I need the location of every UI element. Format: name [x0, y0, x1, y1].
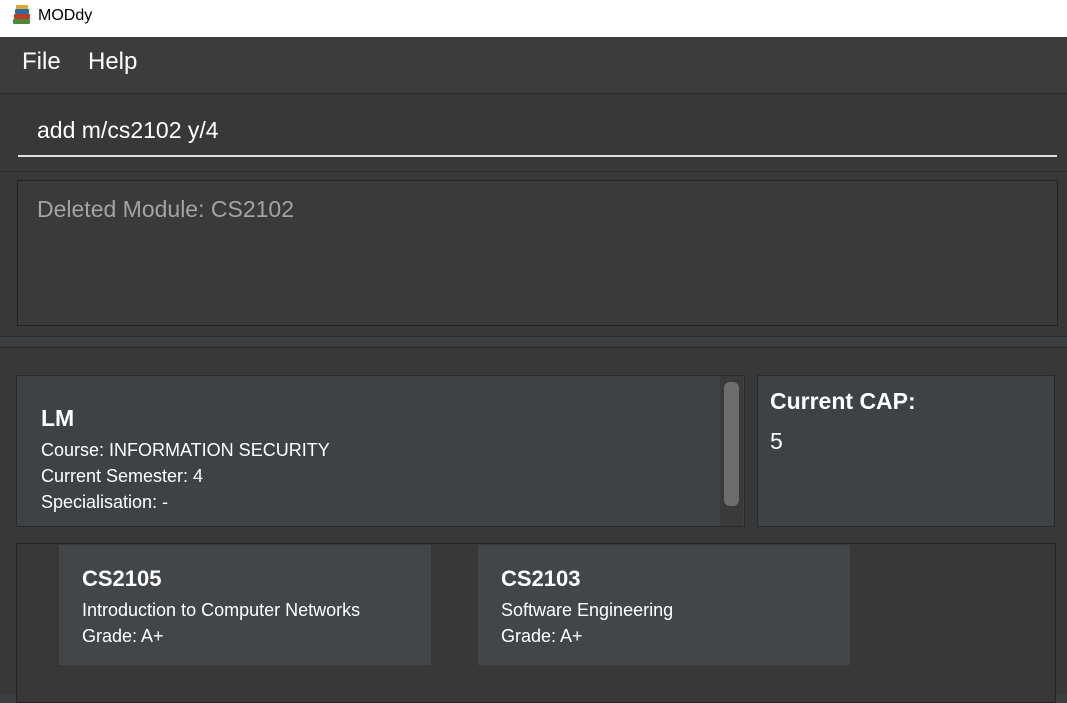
module-card[interactable]: CS2103 Software Engineering Grade: A+ — [478, 545, 850, 665]
menu-help[interactable]: Help — [88, 48, 137, 76]
menu-bar: File Help — [0, 37, 1067, 94]
menu-file[interactable]: File — [22, 48, 61, 76]
title-bar: MODdy — [0, 0, 1067, 37]
profile-specialisation: Specialisation: - — [41, 492, 169, 512]
books-icon — [11, 5, 33, 27]
profile-name: LM — [41, 405, 75, 431]
window-title: MODdy — [38, 7, 93, 24]
cap-value: 5 — [770, 428, 783, 454]
command-input[interactable] — [18, 105, 1057, 157]
module-code: CS2105 — [82, 566, 162, 591]
profile-course: Course: INFORMATION SECURITY — [41, 440, 330, 460]
profile-semester: Current Semester: 4 — [41, 466, 204, 486]
profile-scrollbar-thumb[interactable] — [724, 382, 739, 506]
module-title: Introduction to Computer Networks — [82, 600, 361, 620]
result-message: Deleted Module: CS2102 — [37, 196, 294, 222]
module-grade: Grade: A+ — [82, 626, 164, 646]
module-card[interactable]: CS2105 Introduction to Computer Networks… — [59, 545, 431, 665]
cap-label: Current CAP: — [770, 388, 916, 414]
module-code: CS2103 — [501, 566, 581, 591]
module-title: Software Engineering — [501, 600, 674, 620]
module-grade: Grade: A+ — [501, 626, 583, 646]
